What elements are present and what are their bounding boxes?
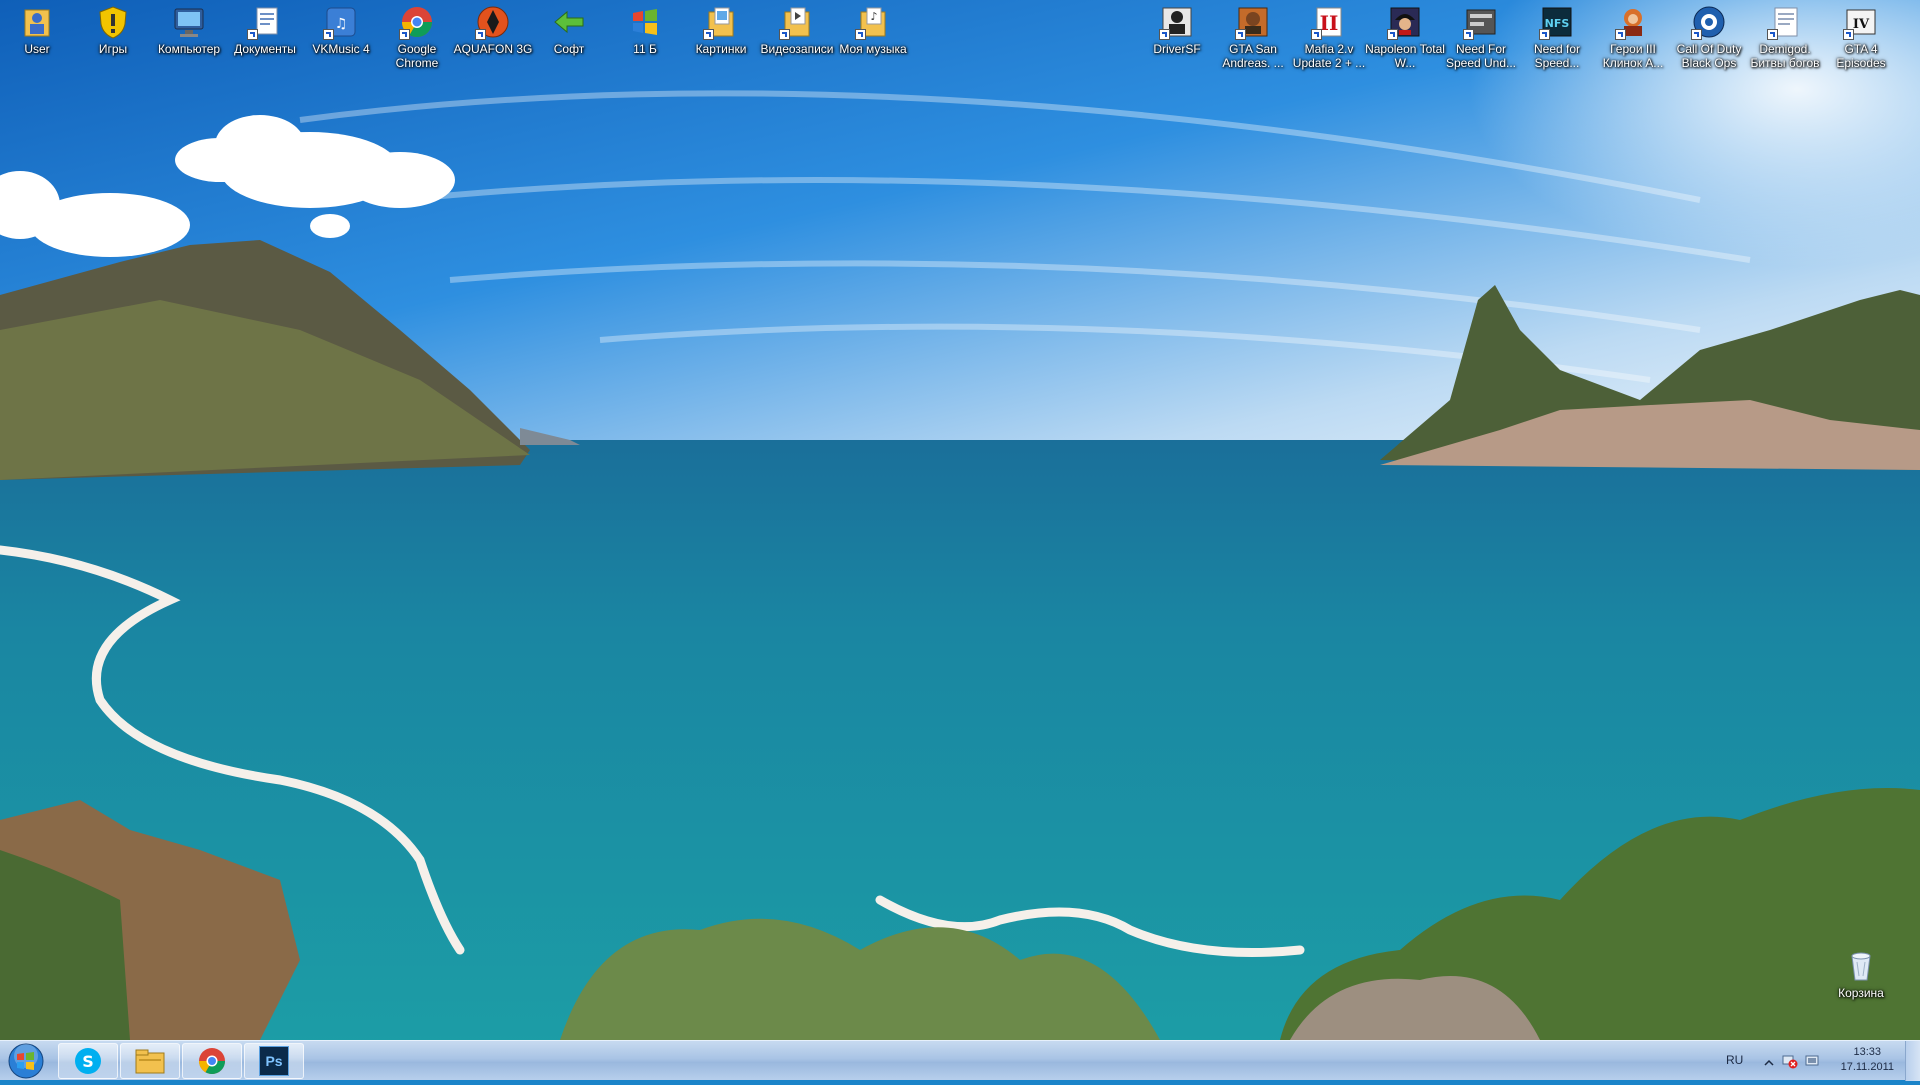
aquafon-icon [475, 4, 511, 40]
taskbar-chrome-button[interactable] [182, 1043, 242, 1079]
games-shield-icon [95, 4, 131, 40]
svg-text:S: S [82, 1052, 94, 1071]
shortcut-arrow-icon [1159, 29, 1170, 40]
desktop-icon-recycle-bin[interactable]: Корзина [1826, 948, 1896, 1018]
shortcut-arrow-icon [399, 29, 410, 40]
shortcut-arrow-icon [1767, 29, 1778, 40]
photoshop-icon: Ps [259, 1046, 289, 1076]
gta4-icon: IV [1843, 4, 1879, 40]
show-hidden-icons-button[interactable] [1764, 1055, 1774, 1066]
desktop-icon-music[interactable]: ♪ Моя музыка [838, 4, 908, 74]
shortcut-arrow-icon [855, 29, 866, 40]
desktop-icon-demigod[interactable]: Demigod. Битвы богов [1750, 4, 1820, 74]
shortcut-arrow-icon [1843, 29, 1854, 40]
desktop-icon-11b[interactable]: 11 Б [610, 4, 680, 74]
desktop-icon-driversf[interactable]: DriverSF [1142, 4, 1212, 74]
cod-black-ops-icon [1691, 4, 1727, 40]
shortcut-arrow-icon [1235, 29, 1246, 40]
svg-text:IV: IV [1853, 17, 1870, 32]
desktop-icon-pictures[interactable]: Картинки [686, 4, 756, 74]
shortcut-arrow-icon [1615, 29, 1626, 40]
system-tray: RU 13:33 17.11.2011 [1690, 1041, 1920, 1081]
desktop-icon-cod-black-ops[interactable]: Call Of Duty Black Ops [1674, 4, 1744, 74]
desktop-icon-gta4[interactable]: IV GTA 4 Episodes [1826, 4, 1896, 74]
pictures-folder-icon [703, 4, 739, 40]
shortcut-arrow-icon [1691, 29, 1702, 40]
music-folder-icon: ♪ [855, 4, 891, 40]
shortcut-arrow-icon [323, 29, 334, 40]
napoleon-icon [1387, 4, 1423, 40]
desktop-icon-heroes3[interactable]: Герои III Клинок А... [1598, 4, 1668, 74]
shortcut-arrow-icon [779, 29, 790, 40]
nfs-icon: NFS [1539, 4, 1575, 40]
show-desktop-button[interactable] [1905, 1041, 1920, 1081]
clock-time: 13:33 [1853, 1046, 1882, 1058]
shortcut-arrow-icon [703, 29, 714, 40]
language-indicator[interactable]: RU [1726, 1053, 1743, 1067]
shortcut-arrow-icon [247, 29, 258, 40]
gta-sa-icon [1235, 4, 1271, 40]
flag-icon [1805, 1055, 1819, 1066]
desktop-icon-google-chrome[interactable]: Google Chrome [382, 4, 452, 74]
nfs-underground-icon [1463, 4, 1499, 40]
taskbar-explorer-button[interactable] [120, 1043, 180, 1079]
shortcut-arrow-icon [1311, 29, 1322, 40]
desktop-icon-computer[interactable]: Компьютер [154, 4, 224, 74]
desktop-icon-nfs-underground[interactable]: Need For Speed Und... [1446, 4, 1516, 74]
computer-icon [171, 4, 207, 40]
desktop-icon-mafia2[interactable]: II Mafia 2.v Update 2 + ... [1293, 4, 1365, 74]
windows-flag-icon [627, 4, 663, 40]
desktop-icon-soft[interactable]: Софт [534, 4, 604, 74]
clock-date: 17.11.2011 [1840, 1061, 1894, 1073]
desktop-wallpaper [0, 0, 1920, 1080]
documents-icon [247, 4, 283, 40]
chevron-up-icon [1764, 1059, 1774, 1066]
desktop-icon-games[interactable]: Игры [78, 4, 148, 74]
driver-game-icon [1159, 4, 1195, 40]
svg-text:♪: ♪ [870, 10, 877, 23]
demigod-icon [1767, 4, 1803, 40]
videos-folder-icon [779, 4, 815, 40]
desktop-icon-documents[interactable]: Документы [230, 4, 300, 74]
mafia2-icon: II [1311, 4, 1347, 40]
taskbar-skype-button[interactable]: S [58, 1043, 118, 1079]
tray-network-status[interactable] [1782, 1053, 1798, 1069]
shortcut-arrow-icon [475, 29, 486, 40]
desktop-icon-user[interactable]: User [2, 4, 72, 74]
tray-action-center[interactable] [1804, 1053, 1820, 1069]
tray-clock[interactable]: 13:33 17.11.2011 [1841, 1045, 1894, 1075]
soft-arrow-icon [551, 4, 587, 40]
skype-icon: S [75, 1048, 101, 1074]
user-folder-icon [19, 4, 55, 40]
shortcut-arrow-icon [1539, 29, 1550, 40]
svg-text:♫: ♫ [335, 16, 348, 32]
windows-orb-icon [8, 1043, 44, 1079]
svg-text:II: II [1320, 11, 1339, 35]
folder-icon [135, 1049, 165, 1074]
recycle-bin-icon [1843, 948, 1879, 984]
taskbar-photoshop-button[interactable]: Ps [244, 1043, 304, 1079]
shortcut-arrow-icon [1387, 29, 1398, 40]
shortcut-arrow-icon [1463, 29, 1474, 40]
desktop-icon-nfs[interactable]: NFS Need for Speed... [1522, 4, 1592, 74]
network-error-icon [1782, 1055, 1798, 1069]
heroes3-icon [1615, 4, 1651, 40]
taskbar: S Ps RU 13:33 17.11.2011 [0, 1040, 1920, 1081]
desktop-icon-aquafon[interactable]: AQUAFON 3G [454, 4, 532, 74]
desktop-icon-napoleon[interactable]: Napoleon Total W... [1365, 4, 1445, 74]
desktop-icon-vkmusic[interactable]: ♫ VKMusic 4 [306, 4, 376, 74]
start-button[interactable] [2, 1042, 50, 1080]
chrome-icon [198, 1048, 226, 1075]
desktop-icon-gta-sa[interactable]: GTA San Andreas. ... [1218, 4, 1288, 74]
vkmusic-icon: ♫ [323, 4, 359, 40]
desktop-icon-videos[interactable]: Видеозаписи [760, 4, 834, 74]
chrome-icon [399, 4, 435, 40]
